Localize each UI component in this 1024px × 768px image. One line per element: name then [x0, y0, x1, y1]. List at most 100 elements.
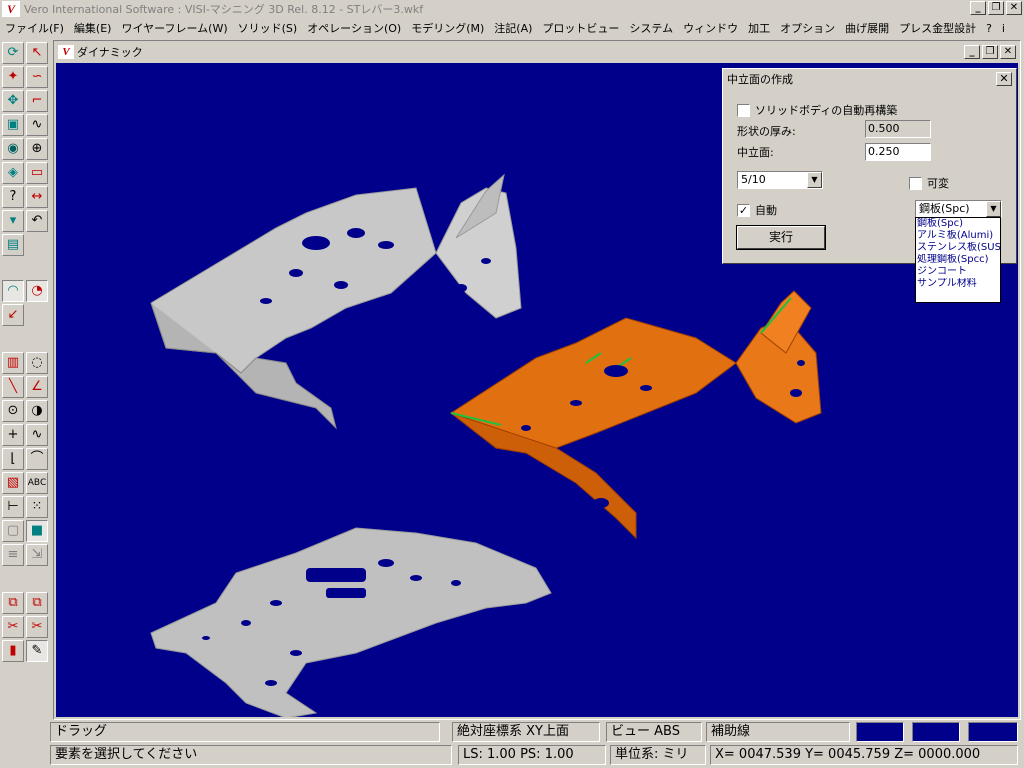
menu-operation[interactable]: オペレーション(O) — [302, 20, 406, 36]
thickness-label: 形状の厚み: — [737, 125, 796, 138]
menu-annotation[interactable]: 注記(A) — [489, 20, 537, 36]
pen-icon[interactable]: ✎ — [26, 640, 48, 662]
cross-icon[interactable]: + — [2, 424, 24, 446]
polyline-icon[interactable]: ⌒ — [26, 448, 48, 470]
material-option[interactable]: 鋼板(Spc) — [916, 218, 1000, 230]
copy-icon[interactable]: ⧉ — [2, 592, 24, 614]
variable-row[interactable]: 可変 — [909, 175, 949, 191]
pan-icon[interactable]: ✥ — [2, 90, 24, 112]
step-icon[interactable]: ⌊ — [2, 448, 24, 470]
pattern-icon[interactable]: ▧ — [2, 472, 24, 494]
cut-icon[interactable]: ✂ — [26, 616, 48, 638]
app-logo: V — [2, 1, 20, 17]
dots-icon[interactable]: ⁙ — [26, 496, 48, 518]
material-select-value: 鋼板(Spc) — [919, 202, 970, 215]
flat-unfolded-part[interactable] — [150, 527, 552, 717]
close-button[interactable]: ✕ — [1006, 1, 1022, 15]
menu-plotview[interactable]: プロットビュー — [537, 20, 624, 36]
menu-help[interactable]: ? — [981, 22, 997, 35]
view-minimize-button[interactable]: _ — [964, 45, 980, 59]
solid-rebuild-row[interactable]: ソリッドボディの自動再構築 — [737, 102, 897, 118]
box-icon[interactable]: ▭ — [26, 162, 48, 184]
ratio-select[interactable]: 5/10 ▼ — [737, 171, 823, 189]
menu-machining[interactable]: 加工 — [743, 20, 775, 36]
menu-modeling[interactable]: モデリング(M) — [406, 20, 489, 36]
status-coord-system: 絶対座標系 XY上面 — [452, 722, 600, 742]
material-option[interactable]: ステンレス板(SUS) — [916, 242, 1000, 254]
menu-press-die[interactable]: プレス金型設計 — [894, 20, 981, 36]
menu-system[interactable]: システム — [624, 20, 678, 36]
rotate-view-icon[interactable]: ⟳ — [2, 42, 24, 64]
undo-icon[interactable]: ↶ — [26, 210, 48, 232]
dimension-icon[interactable]: ↔ — [26, 186, 48, 208]
measure-icon[interactable]: ⊢ — [2, 496, 24, 518]
gray-bent-part[interactable] — [150, 173, 522, 430]
dialog-title: 中立面の作成 — [727, 73, 793, 86]
status-scale: LS: 1.00 PS: 1.00 — [458, 745, 606, 765]
eye-icon[interactable]: ◉ — [2, 138, 24, 160]
dialog-close-button[interactable]: ✕ — [996, 72, 1012, 86]
view-maximize-button[interactable]: ❐ — [982, 45, 998, 59]
menu-info[interactable]: i — [997, 22, 1010, 35]
material-option[interactable]: アルミ板(Alumi) — [916, 230, 1000, 242]
circle-center-icon[interactable]: ⊙ — [2, 400, 24, 422]
fillet-icon[interactable]: ◌ — [26, 352, 48, 374]
menu-options[interactable]: オプション — [775, 20, 840, 36]
arc-icon[interactable]: ◠ — [2, 280, 24, 302]
wave-icon[interactable]: ∿ — [26, 424, 48, 446]
status-bar-top: ドラッグ 絶対座標系 XY上面 ビュー ABS 補助線 — [50, 721, 1024, 743]
layer-icon[interactable]: ◈ — [2, 162, 24, 184]
spline-icon[interactable]: ∿ — [26, 114, 48, 136]
menu-solid[interactable]: ソリッド(S) — [233, 20, 303, 36]
menu-unfold[interactable]: 曲げ展開 — [840, 20, 894, 36]
solid-rebuild-checkbox[interactable] — [737, 103, 750, 117]
solid-cube-icon[interactable]: ■ — [26, 520, 48, 542]
auto-row[interactable]: ✓ 自動 — [737, 202, 777, 218]
point-icon[interactable]: ✦ — [2, 66, 24, 88]
corner-icon[interactable]: ⌐ — [26, 90, 48, 112]
material-option[interactable]: ジンコート — [916, 266, 1000, 278]
view-titlebar: V ダイナミック _ ❐ ✕ — [56, 43, 1018, 61]
zoom-window-icon[interactable]: ▣ — [2, 114, 24, 136]
material-option[interactable]: 処理鋼板(Spcc) — [916, 254, 1000, 266]
transform-icon[interactable]: ⇲ — [26, 544, 48, 566]
execute-button[interactable]: 実行 — [736, 225, 826, 250]
material-select[interactable]: 鋼板(Spc) ▼ — [915, 200, 1002, 218]
orange-bent-part[interactable] — [450, 290, 822, 540]
menu-window[interactable]: ウィンドウ — [678, 20, 743, 36]
status-units: 単位系: ミリ — [610, 745, 706, 765]
angle-icon[interactable]: ∠ — [26, 376, 48, 398]
hatch-icon[interactable]: ▥ — [2, 352, 24, 374]
variable-checkbox[interactable] — [909, 176, 922, 190]
circle-tangent-icon[interactable]: ◑ — [26, 400, 48, 422]
menu-file[interactable]: ファイル(F) — [0, 20, 69, 36]
menu-wireframe[interactable]: ワイヤーフレーム(W) — [116, 20, 232, 36]
trash-icon[interactable]: ▾ — [2, 210, 24, 232]
material-option[interactable]: サンプル材料 — [916, 278, 1000, 290]
restore-button[interactable]: ❐ — [988, 1, 1004, 15]
screen-icon[interactable]: ▤ — [2, 234, 24, 256]
circle-icon[interactable]: ⊕ — [26, 138, 48, 160]
auto-checkbox[interactable]: ✓ — [737, 203, 750, 217]
minimize-button[interactable]: _ — [970, 1, 986, 15]
curve-icon[interactable]: ∽ — [26, 66, 48, 88]
arc-center-icon[interactable]: ◔ — [26, 280, 48, 302]
tangent-icon[interactable]: ↙ — [2, 304, 24, 326]
view-close-button[interactable]: ✕ — [1000, 45, 1016, 59]
line-icon[interactable]: ╲ — [2, 376, 24, 398]
chevron-down-icon[interactable]: ▼ — [986, 201, 1001, 217]
color-bars-icon[interactable]: ▮ — [2, 640, 24, 662]
chevron-down-icon[interactable]: ▼ — [807, 172, 822, 188]
app-title: Vero International Software : VISI-マシニング… — [24, 3, 424, 16]
neutral-field[interactable]: 0.250 — [865, 143, 931, 161]
select-icon[interactable]: ↖ — [26, 42, 48, 64]
lines-icon[interactable]: ≡ — [2, 544, 24, 566]
text-icon[interactable]: ABC — [26, 472, 48, 494]
material-dropdown-list: 鋼板(Spc) アルミ板(Alumi) ステンレス板(SUS) 処理鋼板(Spc… — [915, 217, 1001, 303]
copy-move-icon[interactable]: ⧉ — [26, 592, 48, 614]
query-icon[interactable]: ? — [2, 186, 24, 208]
mirror-icon[interactable]: ✂ — [2, 616, 24, 638]
thickness-field[interactable]: 0.500 — [865, 120, 931, 138]
wire-cube-icon[interactable]: ▢ — [2, 520, 24, 542]
menu-edit[interactable]: 編集(E) — [69, 20, 117, 36]
